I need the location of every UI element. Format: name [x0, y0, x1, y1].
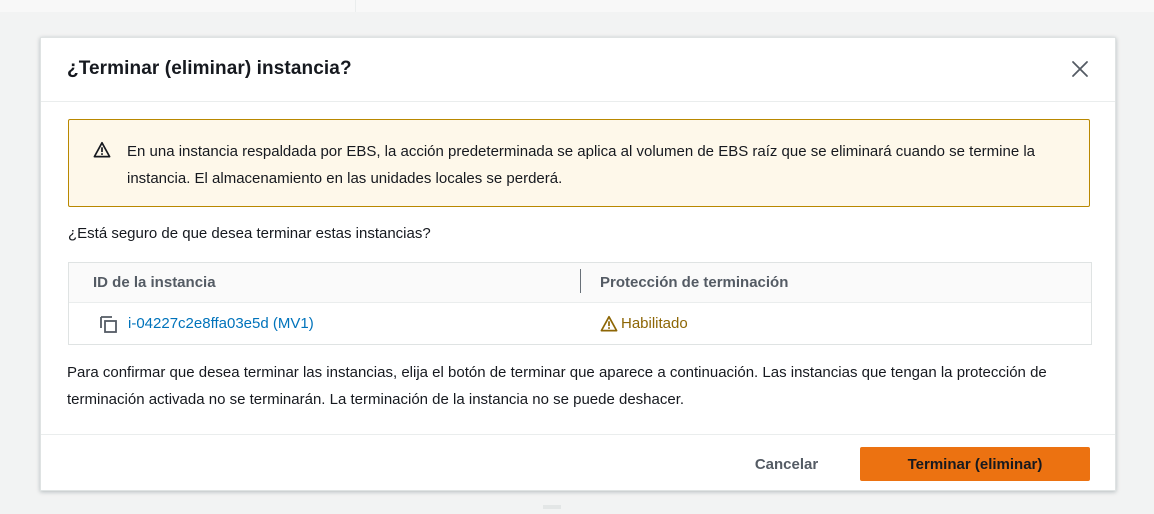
confirmation-question: ¿Está seguro de que desea terminar estas…: [68, 225, 431, 242]
confirmation-instructions: Para confirmar que desea terminar las in…: [67, 364, 1047, 408]
terminate-button[interactable]: Terminar (eliminar): [860, 447, 1090, 481]
cancel-button[interactable]: Cancelar: [733, 447, 840, 481]
table-header: ID de la instancia Protección de termina…: [69, 263, 1091, 303]
background-scroll-indicator: [543, 505, 561, 509]
terminate-instance-modal: ¿Terminar (eliminar) instancia? En una i…: [40, 37, 1116, 491]
copy-icon[interactable]: [99, 314, 119, 334]
close-button[interactable]: [1067, 56, 1093, 82]
modal-header: ¿Terminar (eliminar) instancia?: [41, 38, 1115, 102]
background-header-strip: [0, 0, 1154, 12]
instance-id-link[interactable]: i-04227c2e8ffa03e5d (MV1): [128, 315, 314, 332]
modal-footer: Cancelar Terminar (eliminar): [41, 434, 1115, 491]
column-header-termination-protection: Protección de terminación: [600, 274, 789, 291]
warning-icon: [93, 141, 111, 158]
close-icon: [1072, 61, 1088, 77]
warning-alert: En una instancia respaldada por EBS, la …: [68, 119, 1090, 207]
background-divider: [355, 0, 356, 12]
column-header-instance-id: ID de la instancia: [93, 274, 216, 291]
alert-message: En una instancia respaldada por EBS, la …: [127, 143, 1036, 187]
table-row: i-04227c2e8ffa03e5d (MV1) Habilitado: [69, 303, 1091, 345]
modal-title: ¿Terminar (eliminar) instancia?: [67, 58, 352, 79]
warning-icon: [600, 315, 618, 332]
column-resize-handle[interactable]: [580, 269, 581, 293]
protection-status-label: Habilitado: [621, 315, 688, 332]
instances-table: ID de la instancia Protección de termina…: [68, 262, 1092, 345]
